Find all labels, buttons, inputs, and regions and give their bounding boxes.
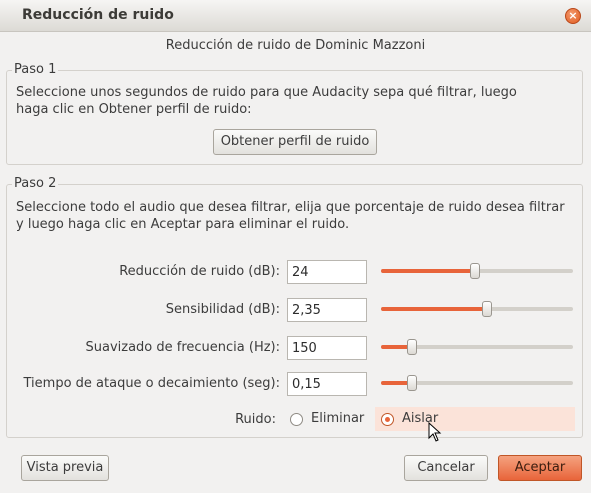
param-label: Sensibilidad (dB): xyxy=(165,302,280,317)
step1-description-line2: haga clic en Obtener perfil de ruido: xyxy=(16,102,252,117)
radio-remove-label[interactable]: Eliminar xyxy=(311,411,364,426)
close-icon[interactable]: × xyxy=(565,8,581,24)
frequency-smoothing-slider[interactable] xyxy=(381,339,573,355)
step1-description-line1: Seleccione unos segundos de ruido para q… xyxy=(16,85,517,100)
param-label: Reducción de ruido (dB): xyxy=(119,264,280,279)
window-title: Reducción de ruido xyxy=(22,7,174,23)
sensitivity-slider[interactable] xyxy=(381,301,573,317)
noise-reduction-slider[interactable] xyxy=(381,263,573,279)
cancel-button[interactable]: Cancelar xyxy=(404,455,488,481)
slider-thumb[interactable] xyxy=(482,301,492,317)
slider-thumb[interactable] xyxy=(407,375,417,391)
get-noise-profile-button[interactable]: Obtener perfil de ruido xyxy=(213,129,377,155)
noise-mode-label: Ruido: xyxy=(235,412,276,427)
slider-fill xyxy=(381,269,475,273)
noise-reduction-input[interactable] xyxy=(287,260,367,284)
step2-description-line1: Seleccione todo el audio que desea filtr… xyxy=(16,200,565,215)
step2-label: Paso 2 xyxy=(12,176,59,191)
sensitivity-input[interactable] xyxy=(287,298,367,322)
title-bar: Reducción de ruido × xyxy=(0,0,591,32)
step1-label: Paso 1 xyxy=(12,62,59,77)
param-label: Suavizado de frecuencia (Hz): xyxy=(85,340,280,355)
mouse-pointer-icon xyxy=(428,422,442,442)
radio-isolate-indicator[interactable] xyxy=(381,413,394,426)
dialog-header: Reducción de ruido de Dominic Mazzoni xyxy=(165,38,426,53)
ok-button[interactable]: Aceptar xyxy=(498,455,582,481)
slider-fill xyxy=(381,307,487,311)
attack-decay-input[interactable] xyxy=(287,372,367,396)
attack-decay-slider[interactable] xyxy=(381,375,573,391)
param-label: Tiempo de ataque o decaimiento (seg): xyxy=(23,376,281,391)
preview-button[interactable]: Vista previa xyxy=(21,455,109,481)
slider-thumb[interactable] xyxy=(407,339,417,355)
radio-remove-indicator[interactable] xyxy=(290,413,303,426)
frequency-smoothing-input[interactable] xyxy=(287,336,367,360)
step2-description-line2: y luego haga clic en Aceptar para elimin… xyxy=(16,217,350,232)
slider-thumb[interactable] xyxy=(470,263,480,279)
